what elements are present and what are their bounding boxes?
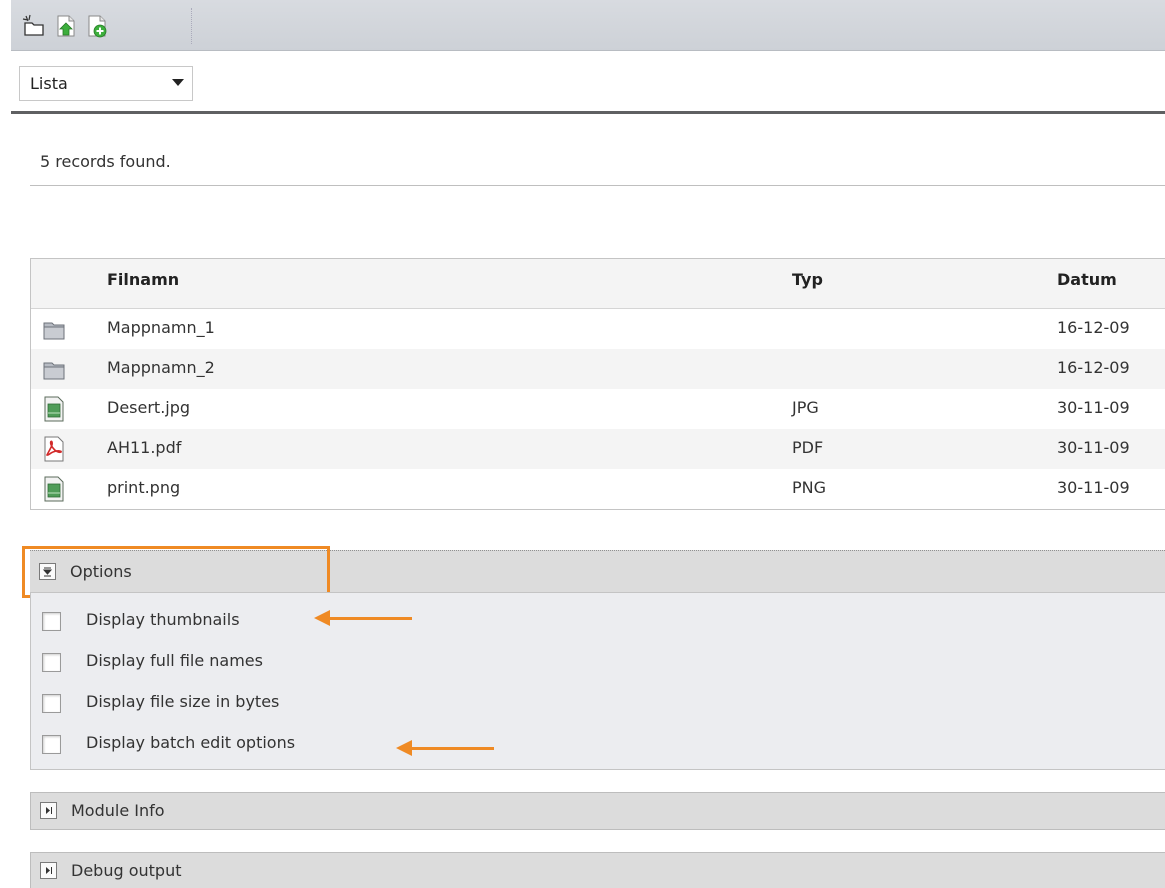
column-header-date[interactable]: Datum xyxy=(1057,270,1117,289)
table-row[interactable]: Mappnamn_1 16-12-09 xyxy=(31,309,1165,349)
checkbox[interactable] xyxy=(42,612,61,631)
file-date: 30-11-09 xyxy=(1057,478,1130,497)
debug-output-section-header[interactable]: Debug output xyxy=(30,852,1165,888)
records-divider xyxy=(30,185,1165,186)
options-panel: Display thumbnails Display full file nam… xyxy=(30,592,1165,770)
create-file-icon[interactable] xyxy=(85,14,109,38)
file-name[interactable]: print.png xyxy=(107,478,180,497)
table-row[interactable]: Mappnamn_2 16-12-09 xyxy=(31,349,1165,389)
toolbar xyxy=(11,0,1165,51)
option-display-full-file-names[interactable]: Display full file names xyxy=(31,649,431,681)
option-label: Display batch edit options xyxy=(86,733,296,752)
table-row[interactable]: Desert.jpg JPG 30-11-09 xyxy=(31,389,1165,429)
debug-output-title: Debug output xyxy=(71,861,182,880)
highlight-box xyxy=(22,546,330,598)
view-mode-select[interactable]: Lista xyxy=(19,66,193,101)
expand-icon[interactable] xyxy=(40,862,57,879)
file-name[interactable]: Desert.jpg xyxy=(107,398,190,417)
view-mode-value: Lista xyxy=(30,74,68,93)
header-divider xyxy=(11,111,1165,114)
file-type: PDF xyxy=(792,438,824,457)
table-header: Filnamn Typ Datum xyxy=(31,259,1165,309)
table-row[interactable]: print.png PNG 30-11-09 xyxy=(31,469,1165,509)
module-info-title: Module Info xyxy=(71,801,165,820)
upload-file-icon[interactable] xyxy=(54,14,78,38)
table-row[interactable]: AH11.pdf PDF 30-11-09 xyxy=(31,429,1165,469)
file-date: 30-11-09 xyxy=(1057,438,1130,457)
image-file-icon xyxy=(44,396,64,422)
file-date: 16-12-09 xyxy=(1057,318,1130,337)
file-type: PNG xyxy=(792,478,827,497)
file-list-table: Filnamn Typ Datum Mappnamn_1 16-12-09 Ma… xyxy=(30,258,1165,510)
pdf-file-icon xyxy=(44,436,64,462)
option-label: Display thumbnails xyxy=(86,610,240,629)
image-file-icon xyxy=(44,476,64,502)
module-info-section-header[interactable]: Module Info xyxy=(30,792,1165,830)
folder-icon xyxy=(43,362,65,380)
file-name[interactable]: Mappnamn_2 xyxy=(107,358,215,377)
option-display-file-size-in-bytes[interactable]: Display file size in bytes xyxy=(31,690,431,722)
chevron-down-icon xyxy=(172,79,184,86)
file-name[interactable]: AH11.pdf xyxy=(107,438,181,457)
checkbox[interactable] xyxy=(42,735,61,754)
annotation-arrow xyxy=(396,740,494,756)
checkbox[interactable] xyxy=(42,694,61,713)
new-folder-icon[interactable] xyxy=(22,14,46,38)
toolbar-separator xyxy=(191,8,192,44)
annotation-arrow xyxy=(314,610,412,626)
file-date: 16-12-09 xyxy=(1057,358,1130,377)
option-display-thumbnails[interactable]: Display thumbnails xyxy=(31,608,431,640)
expand-icon[interactable] xyxy=(40,802,57,819)
file-name[interactable]: Mappnamn_1 xyxy=(107,318,215,337)
checkbox[interactable] xyxy=(42,653,61,672)
option-label: Display full file names xyxy=(86,651,263,670)
records-count: 5 records found. xyxy=(40,152,171,171)
option-display-batch-edit-options[interactable]: Display batch edit options xyxy=(31,731,431,763)
option-label: Display file size in bytes xyxy=(86,692,280,711)
folder-icon xyxy=(43,322,65,340)
column-header-type[interactable]: Typ xyxy=(792,270,823,289)
column-header-filename[interactable]: Filnamn xyxy=(107,270,179,289)
file-type: JPG xyxy=(792,398,819,417)
file-date: 30-11-09 xyxy=(1057,398,1130,417)
